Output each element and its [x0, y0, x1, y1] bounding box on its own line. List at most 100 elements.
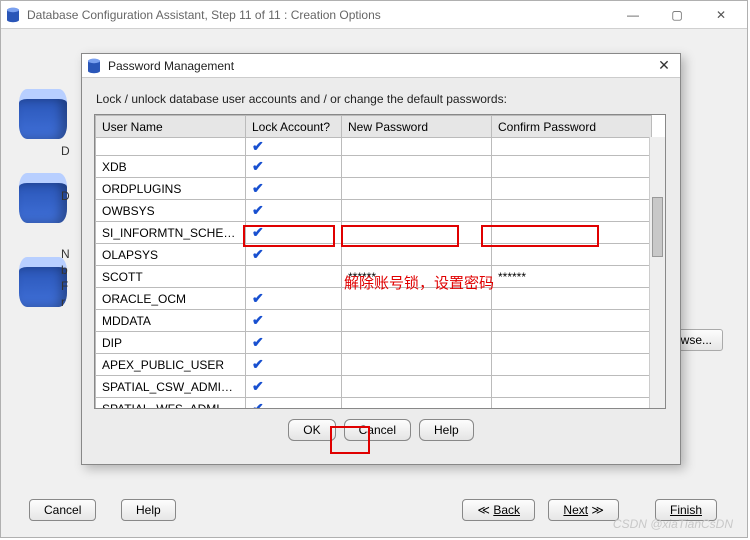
cell-new-password[interactable]	[342, 222, 492, 244]
cell-confirm-password[interactable]	[492, 310, 652, 332]
ok-button[interactable]: OK	[288, 419, 335, 441]
cell-username[interactable]: SCOTT	[96, 266, 246, 288]
dialog-instruction: Lock / unlock database user accounts and…	[96, 92, 666, 106]
cell-lock-toggle[interactable]: ✔	[246, 376, 342, 398]
cell-confirm-password[interactable]	[492, 244, 652, 266]
cell-confirm-password[interactable]	[492, 156, 652, 178]
table-row[interactable]: XDB✔	[96, 156, 652, 178]
cell-username[interactable]: SI_INFORMTN_SCHEMA	[96, 222, 246, 244]
cell-lock-toggle[interactable]: ✔	[246, 178, 342, 200]
cell-username[interactable]: SPATIAL_CSW_ADMIN_...	[96, 376, 246, 398]
table-row[interactable]: SI_INFORMTN_SCHEMA✔	[96, 222, 652, 244]
side-text: r	[61, 295, 65, 309]
cell-username[interactable]: ORACLE_OCM	[96, 288, 246, 310]
database-icon	[5, 7, 21, 23]
cell-new-password[interactable]	[342, 288, 492, 310]
cell-username[interactable]: SPATIAL_WFS_ADMIN_U...	[96, 398, 246, 410]
dialog-cancel-button[interactable]: Cancel	[344, 419, 411, 441]
cell-new-password[interactable]	[342, 376, 492, 398]
cell-confirm-password[interactable]	[492, 200, 652, 222]
cell-username[interactable]: OWBSYS	[96, 200, 246, 222]
col-user: User Name	[96, 116, 246, 138]
minimize-button[interactable]: —	[611, 1, 655, 29]
next-button[interactable]: Next ≫	[548, 499, 619, 521]
cell-lock-toggle[interactable]: ✔	[246, 222, 342, 244]
dialog-titlebar: Password Management ✕	[82, 54, 680, 78]
db-graphic-icon	[19, 257, 67, 307]
outer-titlebar: Database Configuration Assistant, Step 1…	[1, 1, 747, 29]
cell-confirm-password[interactable]	[492, 332, 652, 354]
cell-new-password[interactable]	[342, 156, 492, 178]
col-lock: Lock Account?	[246, 116, 342, 138]
side-text: F	[61, 279, 68, 293]
dialog-button-row: OK Cancel Help	[94, 419, 668, 441]
database-icon	[86, 58, 102, 74]
vertical-scrollbar[interactable]	[649, 137, 665, 408]
cell-new-password[interactable]	[342, 398, 492, 410]
table-row[interactable]: OWBSYS✔	[96, 200, 652, 222]
cell-username[interactable]: APEX_PUBLIC_USER	[96, 354, 246, 376]
dialog-close-button[interactable]: ✕	[652, 57, 676, 74]
table-row[interactable]: APEX_PUBLIC_USER✔	[96, 354, 652, 376]
cell-new-password[interactable]	[342, 332, 492, 354]
cell-username[interactable]: XDB	[96, 156, 246, 178]
table-row[interactable]: ORDPLUGINS✔	[96, 178, 652, 200]
cell-lock-toggle[interactable]: ✔	[246, 354, 342, 376]
db-graphic-icon	[19, 173, 67, 223]
outer-title: Database Configuration Assistant, Step 1…	[27, 8, 611, 22]
cell-new-password[interactable]	[342, 244, 492, 266]
cell-lock-toggle[interactable]: ✔	[246, 200, 342, 222]
cell-username[interactable]: DIP	[96, 332, 246, 354]
cell-lock-toggle[interactable]: ✔	[246, 398, 342, 410]
cell-confirm-password[interactable]: ******	[492, 266, 652, 288]
dialog-help-button[interactable]: Help	[419, 419, 474, 441]
cell-confirm-password[interactable]	[492, 222, 652, 244]
cell-lock-toggle[interactable]: ✔	[246, 332, 342, 354]
table-row[interactable]: SPATIAL_WFS_ADMIN_U...✔	[96, 398, 652, 410]
cell-lock-toggle[interactable]: ✔	[246, 244, 342, 266]
col-confirm: Confirm Password	[492, 116, 652, 138]
accounts-table-wrap: User Name Lock Account? New Password Con…	[94, 114, 666, 409]
close-button[interactable]: ✕	[699, 1, 743, 29]
cell-confirm-password[interactable]	[492, 354, 652, 376]
cell-lock-toggle[interactable]	[246, 266, 342, 288]
side-text: b	[61, 263, 68, 277]
side-text: D	[61, 144, 70, 158]
table-row[interactable]: ORACLE_OCM✔	[96, 288, 652, 310]
left-graphic-panel	[19, 89, 79, 341]
db-graphic-icon	[19, 89, 67, 139]
cell-confirm-password[interactable]	[492, 288, 652, 310]
cell-new-password[interactable]	[342, 178, 492, 200]
scrollbar-thumb[interactable]	[652, 197, 663, 257]
maximize-button[interactable]: ▢	[655, 1, 699, 29]
table-row[interactable]: ✔	[96, 138, 652, 156]
cell-username[interactable]: MDDATA	[96, 310, 246, 332]
table-row[interactable]: SCOTT ************	[96, 266, 652, 288]
cell-new-password[interactable]: ******	[342, 266, 492, 288]
table-header-row: User Name Lock Account? New Password Con…	[96, 116, 652, 138]
cell-username[interactable]: ORDPLUGINS	[96, 178, 246, 200]
cell-confirm-password[interactable]	[492, 178, 652, 200]
table-row[interactable]: SPATIAL_CSW_ADMIN_...✔	[96, 376, 652, 398]
cell-lock-toggle[interactable]: ✔	[246, 156, 342, 178]
cancel-button[interactable]: Cancel	[29, 499, 96, 521]
cell-new-password[interactable]	[342, 310, 492, 332]
outer-window: Database Configuration Assistant, Step 1…	[0, 0, 748, 538]
cell-username[interactable]: OLAPSYS	[96, 244, 246, 266]
cell-lock-toggle[interactable]: ✔	[246, 310, 342, 332]
table-row[interactable]: DIP✔	[96, 332, 652, 354]
side-text: N	[61, 247, 70, 261]
cell-confirm-password[interactable]	[492, 398, 652, 410]
cell-confirm-password[interactable]	[492, 376, 652, 398]
table-row[interactable]: MDDATA✔	[96, 310, 652, 332]
table-row[interactable]: OLAPSYS✔	[96, 244, 652, 266]
dialog-title: Password Management	[108, 59, 652, 73]
cell-lock-toggle[interactable]: ✔	[246, 288, 342, 310]
cell-new-password[interactable]	[342, 354, 492, 376]
password-management-dialog: Password Management ✕ Lock / unlock data…	[81, 53, 681, 465]
back-button[interactable]: ≪ Back	[462, 499, 535, 521]
col-newpw: New Password	[342, 116, 492, 138]
cell-new-password[interactable]	[342, 200, 492, 222]
help-button[interactable]: Help	[121, 499, 176, 521]
accounts-table: User Name Lock Account? New Password Con…	[95, 115, 652, 409]
